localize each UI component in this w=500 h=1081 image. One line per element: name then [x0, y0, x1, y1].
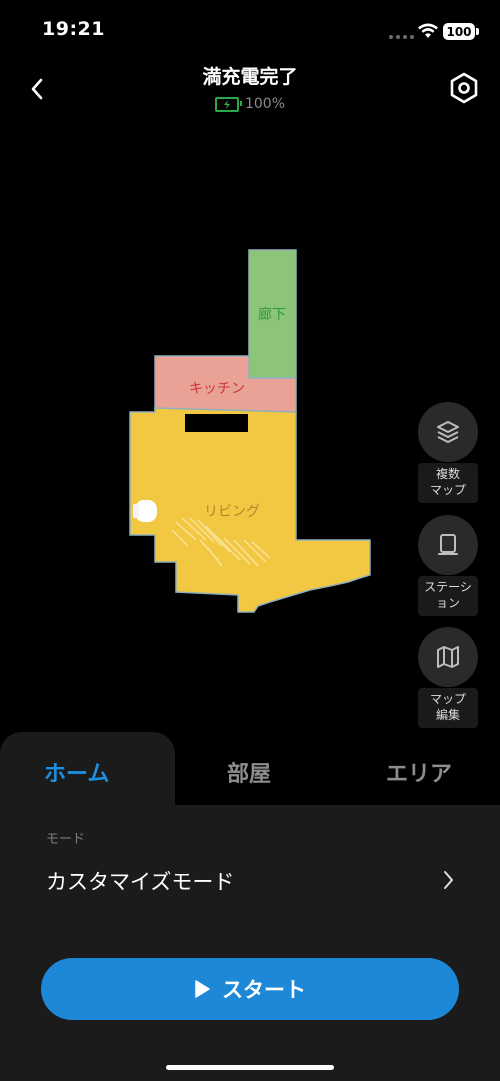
mode-caption: モード [46, 832, 86, 847]
mode-chevron-button[interactable] [438, 868, 458, 892]
battery-status: 100% [0, 96, 500, 112]
page-title: 満充電完了 [202, 66, 298, 88]
battery-level-text: 100 [446, 24, 472, 39]
layers-icon [437, 421, 459, 443]
tab-area[interactable]: エリア [386, 756, 452, 788]
wifi-icon [418, 23, 438, 38]
chevron-right-icon [444, 871, 453, 889]
mode-selector[interactable]: カスタマイズモード [46, 866, 234, 896]
status-time: 19:21 [42, 18, 105, 40]
settings-button[interactable] [446, 70, 482, 106]
map-edit-label: マップ 編集 [418, 688, 478, 728]
charging-battery-icon [214, 96, 242, 112]
map-icon [437, 646, 459, 668]
home-indicator[interactable] [166, 1065, 334, 1070]
kitchen-obstacle [185, 414, 248, 432]
station-label: ステーシ ョン [418, 576, 478, 616]
station-button[interactable] [418, 515, 478, 575]
map-edit-button[interactable] [418, 627, 478, 687]
multi-map-label: 複数 マップ [418, 463, 478, 503]
tab-room[interactable]: 部屋 [227, 756, 271, 788]
battery-percent: 100% [244, 96, 286, 112]
cellular-signal-icon [389, 35, 414, 39]
room-label-kitchen: キッチン [189, 381, 245, 397]
play-icon [195, 980, 210, 998]
room-label-hallway: 廊下 [258, 306, 286, 323]
battery-cap [476, 28, 479, 35]
settings-hexagon-icon [450, 72, 478, 104]
start-button[interactable]: スタート [41, 958, 459, 1020]
start-button-label: スタート [222, 978, 306, 1002]
station-icon [438, 534, 458, 555]
battery-icon: 100 [443, 23, 475, 40]
multi-map-button[interactable] [418, 402, 478, 462]
tab-home[interactable]: ホーム [44, 756, 109, 788]
room-label-living: リビング [204, 504, 260, 520]
